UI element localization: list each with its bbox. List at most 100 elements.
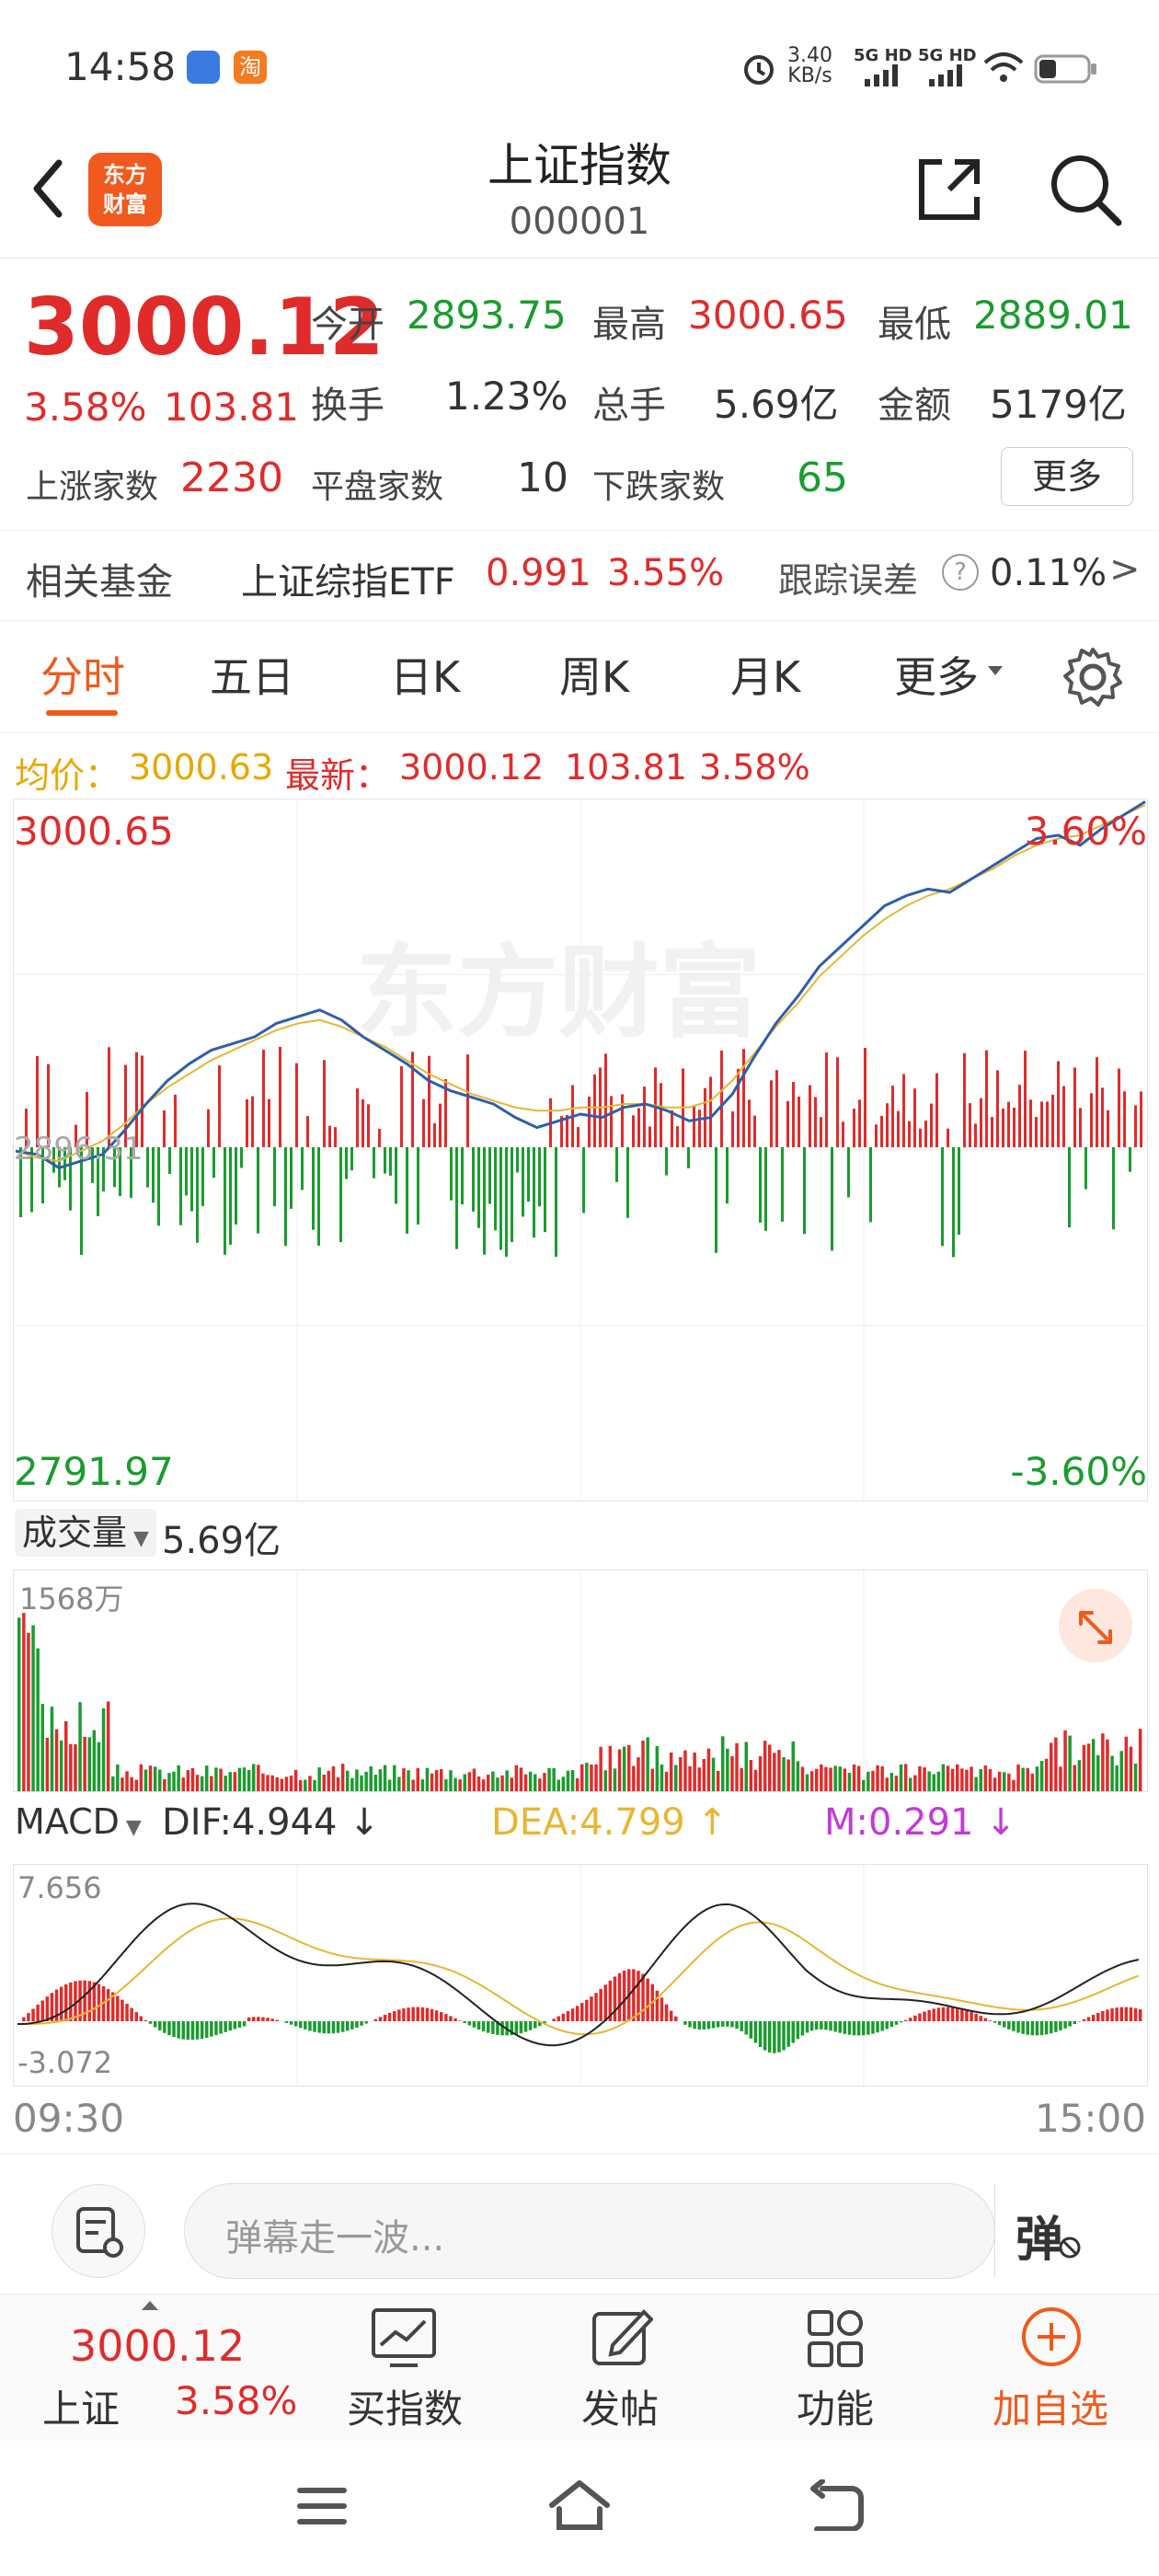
tab-monthly-k[interactable]: 月K <box>730 644 800 705</box>
danmu-toggle-button[interactable]: 弹 <box>1016 2201 1063 2270</box>
breadth-bar-up <box>1073 1067 1076 1147</box>
macd-bar-up <box>918 2013 922 2021</box>
volume-bar-up <box>1059 1766 1062 1791</box>
macd-bar-down <box>523 2021 528 2032</box>
share-icon[interactable] <box>914 155 984 224</box>
breadth-bar-down <box>406 1147 408 1234</box>
macd-bar-down <box>181 2021 185 2040</box>
volume-bar-down <box>1115 1765 1119 1791</box>
volume-bar-down <box>177 1765 180 1791</box>
macd-bar-down <box>177 2021 180 2039</box>
volume-bar-up <box>299 1779 303 1791</box>
y-axis-mid-label: 2896.31 <box>14 1131 143 1167</box>
macd-bar-down <box>880 2021 884 2031</box>
volume-bar-down <box>557 1779 560 1791</box>
home-icon[interactable] <box>546 2478 613 2533</box>
danmu-settings-button[interactable] <box>52 2184 145 2278</box>
macd-bar-up <box>261 2017 265 2021</box>
more-button[interactable]: 更多 <box>1001 447 1133 506</box>
tracking-error-label: 跟踪误差 <box>778 560 919 601</box>
macd-bar-down <box>167 2021 171 2036</box>
breadth-bar-up <box>1079 1108 1082 1147</box>
tab-intraday[interactable]: 分时 <box>40 644 125 705</box>
breadth-bar-up <box>1123 1091 1126 1147</box>
breadth-bar-up <box>1090 1093 1093 1147</box>
functions-button[interactable]: 功能 <box>762 2294 909 2441</box>
breadth-bar-down <box>417 1147 419 1225</box>
intraday-chart-svg <box>14 799 1147 1501</box>
chevron-right-icon[interactable]: > <box>1109 548 1141 591</box>
search-icon[interactable] <box>1047 151 1124 228</box>
macd-indicator-selector[interactable]: MACD ▼ <box>15 1801 142 1842</box>
volume-chart[interactable]: 1568万 <box>13 1570 1148 1792</box>
volume-bar-up <box>697 1767 701 1791</box>
tab-more[interactable]: 更多 <box>894 644 979 705</box>
volume-bar-up <box>706 1748 711 1791</box>
volume-bar-up <box>120 1777 124 1791</box>
breadth-bar-up <box>676 1126 679 1147</box>
volume-bar-up <box>800 1766 805 1791</box>
volume-bar-down <box>1039 1761 1044 1791</box>
back-nav-icon[interactable] <box>809 2479 865 2531</box>
add-circle-icon <box>1022 2307 1081 2366</box>
ticker-price: 3000.12 <box>70 2321 246 2371</box>
volume-bar-up <box>749 1759 753 1791</box>
fund-name[interactable]: 上证综指ETF <box>241 552 455 605</box>
tab-weekly-k[interactable]: 周K <box>559 644 629 705</box>
chart-trend-icon <box>372 2308 436 2367</box>
macd-bar-up <box>257 2017 260 2021</box>
macd-bar-down <box>308 2021 312 2031</box>
macd-bar-up <box>139 2016 143 2021</box>
volume-bar-down <box>378 1769 383 1791</box>
macd-bar-down <box>463 2021 466 2023</box>
breadth-bar-up <box>947 1128 949 1147</box>
change-amount: 103.81 <box>164 385 299 430</box>
tab-daily-k[interactable]: 日K <box>390 644 460 705</box>
breadth-bar-up <box>875 1124 878 1147</box>
macd-bar-down <box>355 2021 359 2028</box>
breadth-bar-down <box>312 1147 315 1230</box>
menu-icon[interactable] <box>296 2483 348 2529</box>
breadth-bar-down <box>582 1147 585 1213</box>
macd-bar-up <box>557 2016 560 2021</box>
macd-bar-down <box>1003 2021 1006 2028</box>
volume-bar-down <box>566 1770 570 1791</box>
volume-bar-down <box>655 1746 660 1791</box>
breadth-bar-up <box>356 1088 359 1147</box>
breadth-bar-down <box>781 1147 784 1222</box>
help-icon[interactable]: ? <box>942 554 979 591</box>
macd-chart[interactable]: 7.656 -3.072 <box>13 1864 1148 2087</box>
macd-bar-down <box>735 2021 739 2030</box>
macd-bar-down <box>200 2021 204 2040</box>
volume-bar-down <box>909 1777 912 1791</box>
avg-price-label: 均价： <box>15 755 120 796</box>
breadth-bar-up <box>588 1096 591 1147</box>
volume-bar-up <box>523 1774 528 1791</box>
intraday-chart[interactable]: 东方财富 3000.65 3.60% 2791.97 -3.60% 2896.3… <box>13 799 1148 1501</box>
buy-index-button[interactable]: 买指数 <box>331 2294 478 2441</box>
net-speed-value: 3.40 <box>787 44 832 67</box>
macd-bar-down <box>317 2021 321 2033</box>
index-ticker[interactable]: 3000.12 上证 3.58% <box>0 2294 304 2441</box>
add-watchlist-button[interactable]: 加自选 <box>977 2294 1124 2441</box>
post-button[interactable]: 发帖 <box>546 2294 694 2441</box>
volume-indicator-selector[interactable]: 成交量 ▼ <box>15 1509 156 1557</box>
volume-bar-down <box>936 1771 941 1791</box>
volume-bar-up <box>1054 1737 1058 1791</box>
volume-bar-up <box>885 1777 889 1791</box>
breadth-bar-up <box>809 1085 811 1147</box>
volume-bar-up <box>139 1764 143 1791</box>
settings-gear-icon[interactable] <box>1061 646 1124 708</box>
expand-button[interactable] <box>1059 1589 1132 1662</box>
volume-bar-up <box>27 1632 30 1791</box>
volume-bar-up <box>730 1755 734 1791</box>
danmu-input[interactable]: 弹幕走一波... <box>184 2183 995 2279</box>
danmu-off-icon <box>1059 2237 1081 2259</box>
tab-five-day[interactable]: 五日 <box>210 644 294 705</box>
breadth-bar-up <box>935 1073 938 1147</box>
macd-bar-up <box>97 1984 101 2021</box>
volume-bar-down <box>805 1774 809 1791</box>
volume-bar-down <box>397 1777 401 1791</box>
breadth-bar-up <box>1002 1108 1004 1147</box>
macd-bar-up <box>453 2018 457 2021</box>
